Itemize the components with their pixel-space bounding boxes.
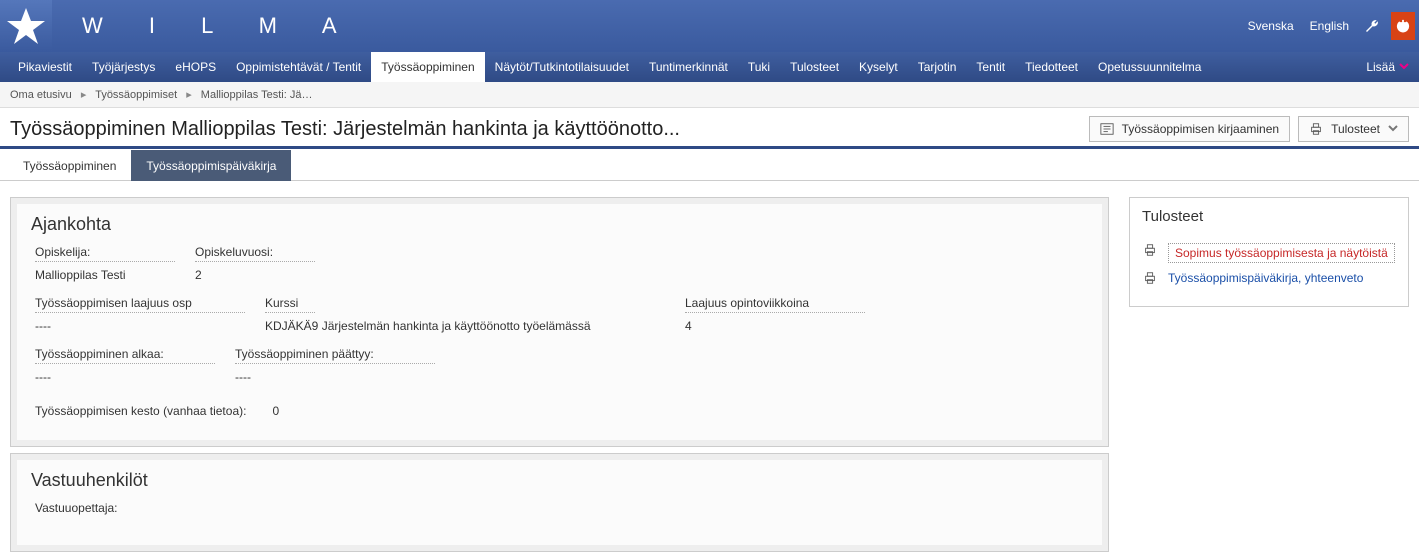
tulosteet-button[interactable]: Tulosteet: [1298, 116, 1409, 142]
nav-tuntimerkinnat[interactable]: Tuntimerkinnät: [639, 52, 738, 82]
content: Ajankohta Opiskelija: Mallioppilas Testi…: [0, 181, 1419, 558]
side-link-paivakirja[interactable]: Työssäoppimispäiväkirja, yhteenveto: [1168, 271, 1363, 285]
label-opiskelija: Opiskelija:: [35, 245, 175, 262]
star-icon: [6, 6, 46, 46]
print-icon: [1142, 271, 1158, 288]
side-title: Tulosteet: [1130, 198, 1408, 235]
kirjaaminen-button[interactable]: Työssäoppimisen kirjaaminen: [1089, 116, 1290, 142]
value-kesto: 0: [272, 404, 279, 418]
side-item-paivakirja: Työssäoppimispäiväkirja, yhteenveto: [1138, 267, 1400, 292]
value-paattyy: ----: [235, 370, 435, 384]
label-laajuus-osp: Työssäoppimisen laajuus osp: [35, 296, 245, 313]
lang-english[interactable]: English: [1306, 15, 1353, 37]
settings-button[interactable]: [1361, 15, 1383, 37]
chevron-down-icon: [1399, 60, 1409, 74]
lang-svenska[interactable]: Svenska: [1244, 15, 1298, 37]
value-opiskeluvuosi: 2: [195, 268, 315, 282]
label-laajuus-ov: Laajuus opintoviikkoina: [685, 296, 865, 313]
logout-button[interactable]: [1391, 12, 1415, 40]
power-icon: [1396, 19, 1410, 33]
value-kurssi: KDJÄKÄ9 Järjestelmän hankinta ja käyttöö…: [265, 319, 665, 333]
breadcrumb-sep-icon: ▸: [186, 89, 192, 101]
breadcrumb-home[interactable]: Oma etusivu: [10, 89, 72, 101]
nav-oppimistehtavat[interactable]: Oppimistehtävät / Tentit: [226, 52, 371, 82]
nav-ehops[interactable]: eHOPS: [165, 52, 226, 82]
panel-vastuuhenkilot: Vastuuhenkilöt Vastuuopettaja:: [10, 453, 1109, 552]
nav-tyojarjestys[interactable]: Työjärjestys: [82, 52, 165, 82]
nav-tulosteet[interactable]: Tulosteet: [780, 52, 849, 82]
nav-kyselyt[interactable]: Kyselyt: [849, 52, 908, 82]
page-header: Työssäoppiminen Mallioppilas Testi: Järj…: [0, 108, 1419, 149]
panel-ajankohta: Ajankohta Opiskelija: Mallioppilas Testi…: [10, 197, 1109, 447]
value-laajuus-osp: ----: [35, 319, 245, 333]
print-icon: [1142, 243, 1158, 260]
kirjaaminen-label: Työssäoppimisen kirjaaminen: [1122, 122, 1279, 136]
header-buttons: Työssäoppimisen kirjaaminen Tulosteet: [1089, 116, 1409, 142]
main-nav: Pikaviestit Työjärjestys eHOPS Oppimiste…: [0, 52, 1419, 82]
breadcrumb-sep-icon: ▸: [81, 89, 87, 101]
tab-paivakirja[interactable]: Työssäoppimispäiväkirja: [131, 150, 291, 181]
top-bar-left: W I L M A: [0, 0, 357, 52]
nav-opetussuunnitelma[interactable]: Opetussuunnitelma: [1088, 52, 1211, 82]
side-link-sopimus[interactable]: Sopimus työssäoppimisesta ja näytöistä: [1175, 246, 1388, 260]
main-column: Ajankohta Opiskelija: Mallioppilas Testi…: [10, 197, 1109, 558]
form-icon: [1100, 122, 1114, 136]
side-tulosteet: Tulosteet Sopimus työssäoppimisesta ja n…: [1129, 197, 1409, 307]
nav-tentit[interactable]: Tentit: [966, 52, 1015, 82]
breadcrumb: Oma etusivu ▸ Työssäoppimiset ▸ Malliopp…: [0, 82, 1419, 108]
side-column: Tulosteet Sopimus työssäoppimisesta ja n…: [1129, 197, 1409, 307]
section-title-ajankohta: Ajankohta: [17, 204, 1102, 245]
value-opiskelija: Mallioppilas Testi: [35, 268, 175, 282]
label-kurssi: Kurssi: [265, 296, 315, 313]
label-alkaa: Työssäoppiminen alkaa:: [35, 347, 215, 364]
value-alkaa: ----: [35, 370, 215, 384]
tab-tyossaoppiminen[interactable]: Työssäoppiminen: [8, 150, 131, 181]
value-laajuus-ov: 4: [685, 319, 865, 333]
nav-pikaviestit[interactable]: Pikaviestit: [8, 52, 82, 82]
wrench-icon: [1364, 18, 1380, 34]
label-opiskeluvuosi: Opiskeluvuosi:: [195, 245, 315, 262]
nav-tiedotteet[interactable]: Tiedotteet: [1015, 52, 1088, 82]
print-icon: [1309, 122, 1323, 136]
section-title-vastuu: Vastuuhenkilöt: [17, 460, 1102, 501]
nav-tuki[interactable]: Tuki: [738, 52, 780, 82]
chevron-down-icon: [1388, 122, 1398, 136]
side-item-sopimus: Sopimus työssäoppimisesta ja näytöistä: [1138, 239, 1400, 267]
tab-bar: Työssäoppiminen Työssäoppimispäiväkirja: [0, 149, 1419, 181]
page-title: Työssäoppiminen Mallioppilas Testi: Järj…: [10, 118, 680, 141]
logo[interactable]: [0, 0, 52, 52]
nav-more-label: Lisää: [1366, 60, 1395, 74]
brand-title: W I L M A: [82, 13, 357, 39]
top-bar: W I L M A Svenska English: [0, 0, 1419, 52]
tulosteet-label: Tulosteet: [1331, 122, 1380, 136]
label-vastuuopettaja: Vastuuopettaja:: [35, 501, 118, 517]
label-kesto: Työssäoppimisen kesto (vanhaa tietoa):: [35, 404, 246, 418]
top-bar-right: Svenska English: [1244, 12, 1419, 40]
breadcrumb-tyossaoppimiset[interactable]: Työssäoppimiset: [95, 89, 177, 101]
nav-tarjotin[interactable]: Tarjotin: [908, 52, 967, 82]
breadcrumb-current[interactable]: Mallioppilas Testi: Jä…: [201, 89, 313, 101]
label-paattyy: Työssäoppiminen päättyy:: [235, 347, 435, 364]
nav-tyossaoppiminen[interactable]: Työssäoppiminen: [371, 52, 484, 82]
nav-more[interactable]: Lisää: [1356, 52, 1419, 82]
nav-naytot[interactable]: Näytöt/Tutkintotilaisuudet: [485, 52, 639, 82]
